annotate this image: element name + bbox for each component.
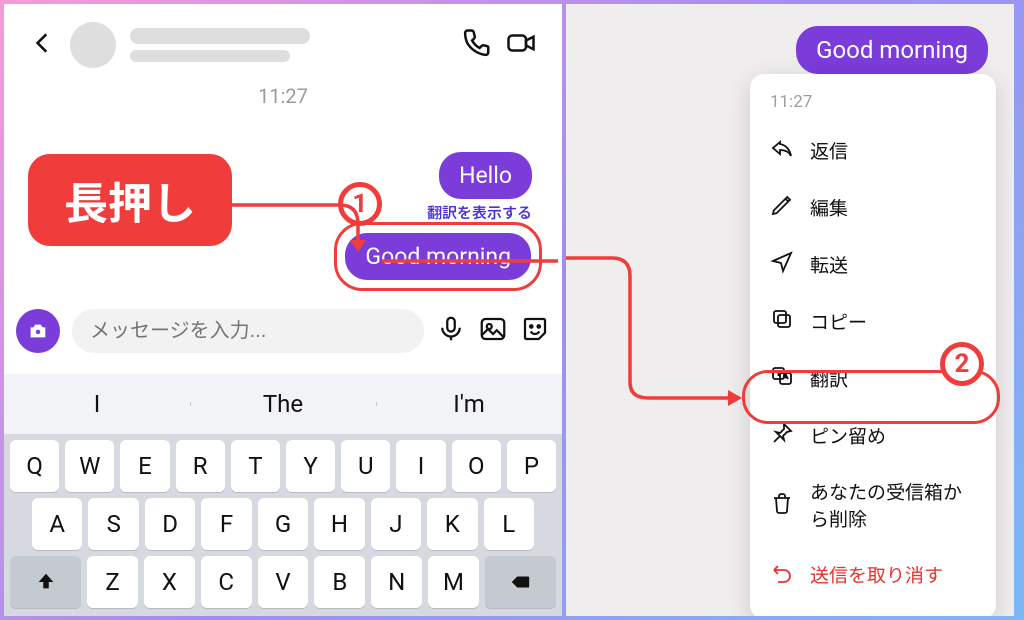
key[interactable]: Q (10, 440, 59, 492)
label: コピー (810, 308, 867, 335)
label: ピン留め (810, 422, 886, 449)
key[interactable]: H (314, 498, 364, 550)
camera-icon[interactable] (16, 309, 60, 353)
message-input[interactable] (72, 309, 424, 353)
back-icon[interactable] (30, 30, 56, 60)
label: 返信 (810, 137, 848, 164)
key[interactable]: B (314, 556, 365, 608)
key[interactable]: V (258, 556, 309, 608)
suggestion[interactable]: I'm (376, 390, 562, 418)
menu-item-reply[interactable]: 返信 (750, 122, 996, 179)
timestamp: 11:27 (4, 84, 562, 108)
key[interactable]: W (65, 440, 114, 492)
message-bubble-2-highlight: Good morning (334, 222, 542, 291)
message-bubble[interactable]: Good morning (796, 26, 988, 74)
keyboard: QWERTYUIOP ASDFGHJKL ZXCVBNM (4, 434, 562, 616)
key[interactable]: P (507, 440, 556, 492)
keyboard-suggestions: I The I'm (4, 374, 562, 434)
contact-name-placeholder (130, 28, 448, 62)
key[interactable]: O (452, 440, 501, 492)
menu-item-delete[interactable]: あなたの受信箱から削除 (750, 464, 996, 546)
key[interactable]: L (484, 498, 534, 550)
message-text: Hello (439, 152, 532, 199)
mic-icon[interactable] (436, 314, 466, 348)
backspace-key[interactable] (485, 556, 556, 608)
arrow-annotation (566, 252, 762, 402)
avatar[interactable] (70, 22, 116, 68)
step-badge-2: 2 (940, 342, 984, 386)
label: あなたの受信箱から削除 (810, 478, 976, 532)
chat-header (4, 4, 562, 78)
send-icon (770, 250, 794, 279)
step-badge-1: 1 (338, 182, 382, 226)
call-icon[interactable] (462, 28, 492, 62)
key[interactable]: I (396, 440, 445, 492)
key[interactable]: S (88, 498, 138, 550)
key[interactable]: J (371, 498, 421, 550)
menu-item-edit[interactable]: 編集 (750, 179, 996, 236)
key[interactable]: F (201, 498, 251, 550)
sticker-icon[interactable] (520, 314, 550, 348)
message-input-bar (16, 304, 550, 358)
message-text: Good morning (796, 26, 988, 74)
key[interactable]: M (428, 556, 479, 608)
label: 編集 (810, 194, 848, 221)
message-bubble-1[interactable]: Hello (439, 152, 532, 199)
suggestion[interactable]: I (4, 390, 190, 418)
menu-item-forward[interactable]: 転送 (750, 236, 996, 293)
undo-icon (770, 560, 794, 589)
key[interactable]: U (341, 440, 390, 492)
suggestion[interactable]: The (190, 390, 376, 418)
menu-timestamp: 11:27 (750, 90, 996, 122)
key[interactable]: N (371, 556, 422, 608)
key[interactable]: T (231, 440, 280, 492)
gallery-icon[interactable] (478, 314, 508, 348)
menu-item-unsend[interactable]: 送信を取り消す (750, 546, 996, 603)
pin-icon (770, 421, 794, 450)
key[interactable]: R (176, 440, 225, 492)
label: 転送 (810, 251, 848, 278)
longpress-annotation: 長押し (28, 154, 232, 246)
key[interactable]: G (258, 498, 308, 550)
copy-icon (770, 307, 794, 336)
message-text[interactable]: Good morning (345, 233, 531, 280)
context-menu-screen: Good morning 11:27 返信 編集 転送 コピー 翻訳 ピン留め (566, 4, 1014, 616)
key[interactable]: Y (286, 440, 335, 492)
trash-icon (770, 491, 794, 520)
key[interactable]: C (201, 556, 252, 608)
key[interactable]: K (427, 498, 477, 550)
label: 送信を取り消す (810, 561, 943, 588)
reply-icon (770, 136, 794, 165)
chat-screen: 11:27 Hello 翻訳を表示する Good morning 長押し 1 I… (4, 4, 562, 616)
key[interactable]: E (120, 440, 169, 492)
shift-key[interactable] (10, 556, 81, 608)
key[interactable]: D (145, 498, 195, 550)
video-icon[interactable] (506, 28, 536, 62)
pencil-icon (770, 193, 794, 222)
show-translation-link[interactable]: 翻訳を表示する (427, 202, 532, 223)
key[interactable]: X (144, 556, 195, 608)
key[interactable]: Z (87, 556, 138, 608)
key[interactable]: A (32, 498, 82, 550)
